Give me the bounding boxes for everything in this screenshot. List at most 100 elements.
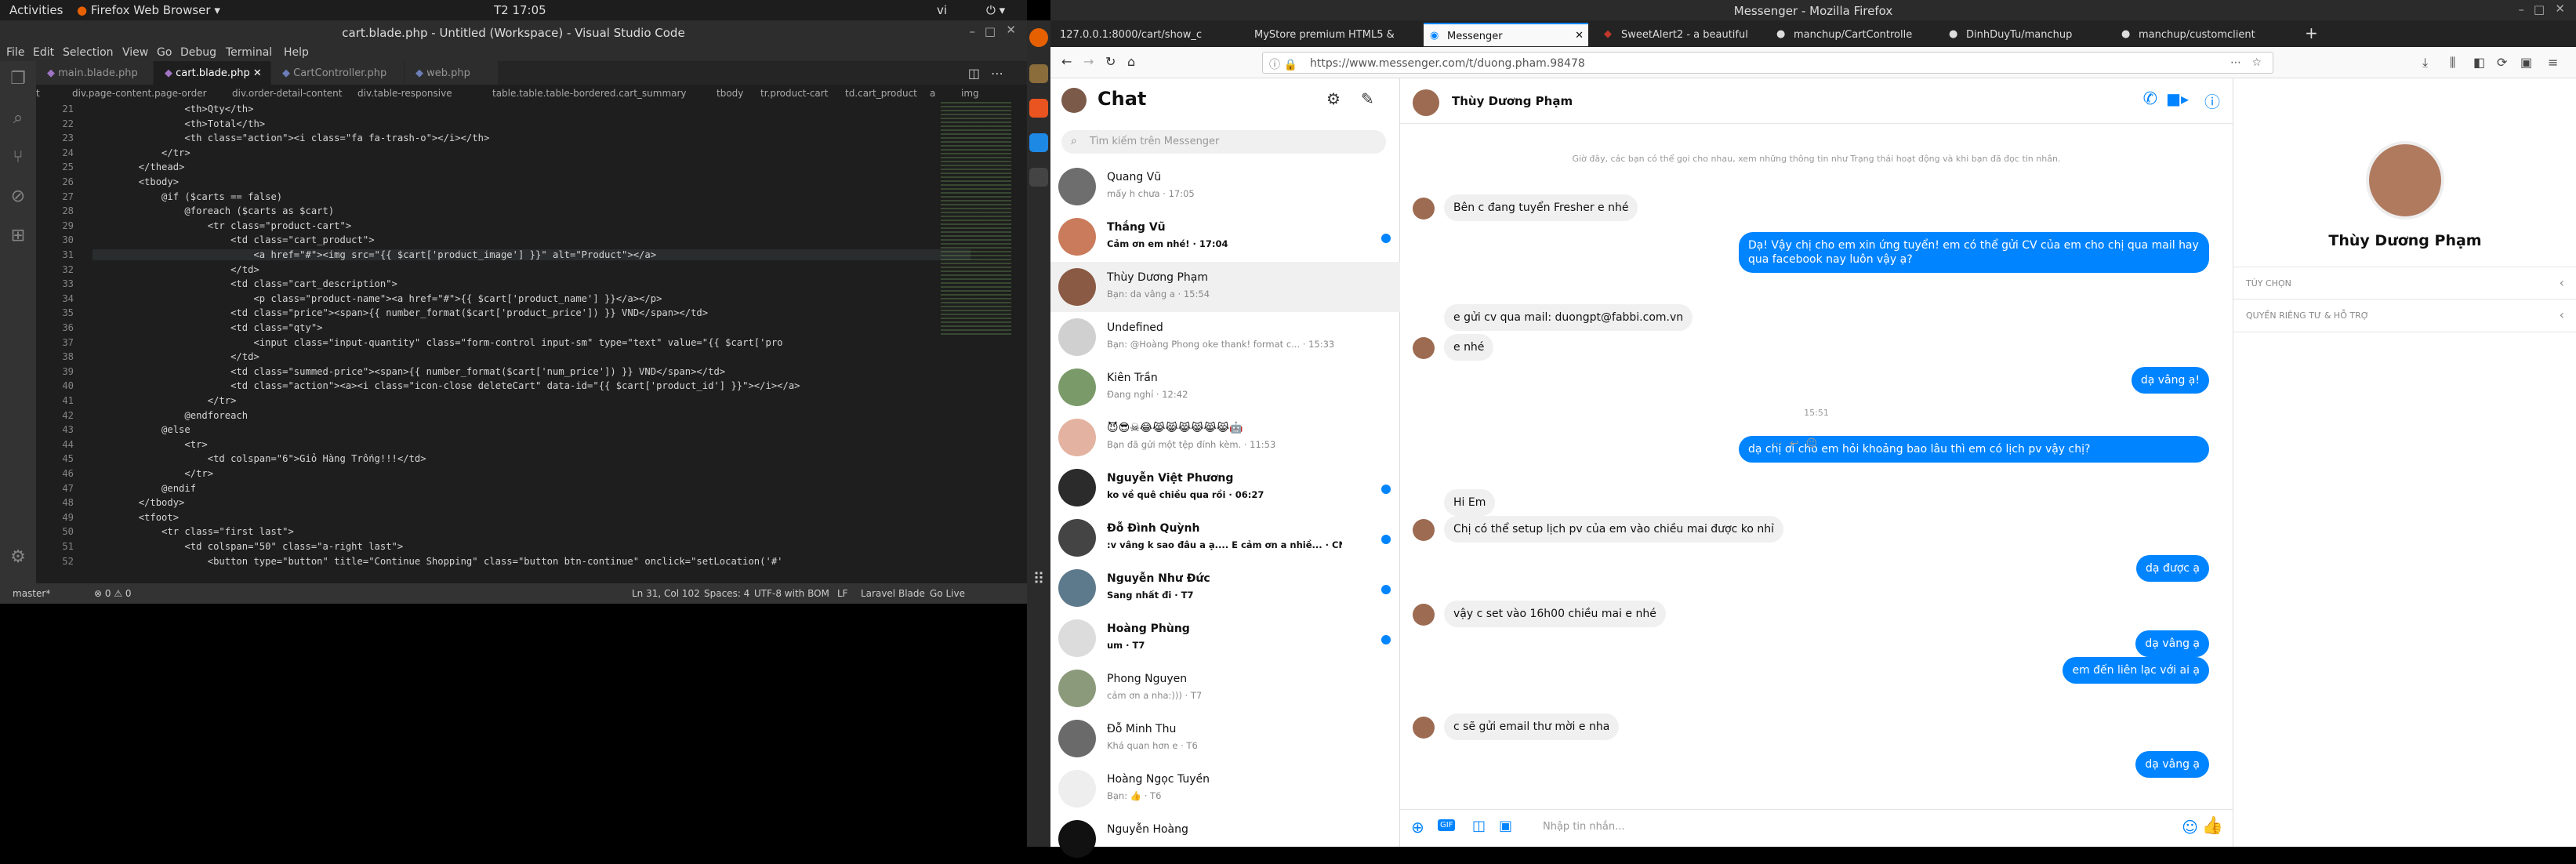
maximize-button[interactable]: □: [985, 24, 996, 38]
conversation-item[interactable]: 😈😎☠😂😹😹😹😹😹😹🤖 Bạn đã gửi một tệp đính kèm. …: [1050, 412, 1400, 463]
conversation-item[interactable]: Đỗ Minh Thu Khá quan hơn e · T6: [1050, 713, 1400, 764]
eol[interactable]: LF: [837, 588, 848, 599]
menu-edit[interactable]: Edit: [33, 46, 54, 59]
show-apps-icon[interactable]: ⠿: [1029, 569, 1048, 588]
code-line[interactable]: <button type="button" title="Continue Sh…: [93, 556, 783, 567]
like-icon[interactable]: 👍: [2202, 816, 2223, 836]
conversation-item[interactable]: Undefined Bạn: @Hoàng Phong oke thank! fo…: [1050, 312, 1400, 362]
outgoing-message[interactable]: em đến liên lạc với ai ạ: [2063, 657, 2209, 684]
options-section[interactable]: TÙY CHỌN ‹: [2233, 267, 2576, 299]
code-line[interactable]: </tr>: [93, 468, 213, 479]
breadcrumb-item[interactable]: div.order-detail-content: [232, 88, 343, 99]
sender-avatar[interactable]: [1413, 337, 1435, 359]
power-icon[interactable]: ⏻ ▾: [986, 3, 1005, 17]
code-line[interactable]: </td>: [93, 351, 259, 362]
my-avatar[interactable]: [1061, 88, 1087, 113]
new-tab-button[interactable]: +: [2305, 24, 2318, 42]
code-line[interactable]: <td colspan="6">Giỏ Hàng Trống!!!</td>: [93, 453, 426, 464]
tab-cartcontroller[interactable]: ◆ CartController.php: [271, 61, 405, 85]
incoming-message[interactable]: e gửi cv qua mail: duongpt@fabbi.com.vn: [1444, 304, 1693, 331]
more-actions-icon[interactable]: ⋯: [991, 66, 1003, 81]
code-line[interactable]: <tbody>: [93, 176, 179, 187]
split-editor-icon[interactable]: ◫: [968, 66, 980, 81]
gif-icon[interactable]: GIF: [1438, 819, 1456, 831]
code-line[interactable]: @endforeach: [93, 410, 248, 421]
maximize-button[interactable]: □: [2534, 2, 2545, 16]
cursor-position[interactable]: Ln 31, Col 102: [632, 588, 700, 599]
minimap[interactable]: [941, 102, 1011, 337]
terminal-launcher-icon[interactable]: [1029, 168, 1048, 187]
clock[interactable]: T2 17:05: [494, 3, 546, 17]
close-button[interactable]: ✕: [1006, 23, 1016, 37]
code-line[interactable]: <a href="#"><img src="{{ $cart['product_…: [93, 249, 971, 260]
video-call-icon[interactable]: ■▸: [2166, 89, 2189, 108]
code-line[interactable]: </tbody>: [93, 497, 185, 508]
add-icon[interactable]: ⊕: [1411, 818, 1424, 837]
reload-icon[interactable]: ↻: [1105, 54, 1116, 69]
sidebar-icon[interactable]: ◧: [2473, 55, 2485, 70]
vscode-launcher-icon[interactable]: [1029, 133, 1048, 152]
outgoing-message[interactable]: dạ vâng ạ: [2135, 630, 2209, 657]
tab-main-blade[interactable]: ◆ main.blade.php: [36, 61, 154, 85]
code-line[interactable]: </tr>: [93, 395, 237, 406]
conversation-item[interactable]: Nguyễn Hoàng: [1050, 814, 1400, 864]
source-control-icon[interactable]: ⑂: [8, 147, 28, 168]
code-line[interactable]: <th class="action"><i class="fa fa-trash…: [93, 133, 489, 143]
code-line[interactable]: <td class="cart_product">: [93, 234, 374, 245]
sync-icon[interactable]: ⟳: [2497, 55, 2507, 70]
site-info-icon[interactable]: ⓘ 🔒: [1269, 56, 1297, 72]
outgoing-message[interactable]: dạ được ạ: [2136, 555, 2209, 582]
code-line[interactable]: <tr>: [93, 439, 207, 450]
tab-messenger[interactable]: Messenger ✕ ◉: [1424, 23, 1588, 46]
breadcrumb-item[interactable]: div.page-content.page-order: [72, 88, 207, 99]
code-line[interactable]: @else: [93, 424, 190, 435]
files-launcher-icon[interactable]: [1029, 64, 1048, 83]
code-line[interactable]: </td>: [93, 264, 259, 275]
breadcrumb-item[interactable]: div.table-responsive: [357, 88, 452, 99]
code-line[interactable]: <tr class="product-cart">: [93, 220, 351, 231]
code-line[interactable]: <td class="cart_description">: [93, 278, 397, 289]
home-icon[interactable]: ⌂: [1127, 54, 1135, 69]
tab-close-icon[interactable]: ✕: [1575, 30, 1584, 42]
tab-github-cartcontroller[interactable]: ● manchup/CartControlle: [1770, 23, 1935, 46]
indentation[interactable]: Spaces: 4: [704, 588, 749, 599]
sender-avatar[interactable]: [1413, 604, 1435, 626]
profile-avatar[interactable]: [2366, 141, 2444, 220]
minimize-button[interactable]: –: [2519, 2, 2525, 16]
incoming-message[interactable]: Chị có thể setup lịch pv của em vào chiề…: [1444, 516, 1784, 543]
breadcrumb-item[interactable]: td.cart_product: [845, 88, 917, 99]
code-line[interactable]: <input class="input-quantity" class="for…: [93, 337, 782, 348]
message-input[interactable]: Nhập tin nhắn...: [1543, 821, 1624, 833]
code-line[interactable]: <td class="price"><span>{{ number_format…: [93, 307, 708, 318]
conversation-item[interactable]: Thùy Dương Phạm Bạn: da vâng a · 15:54: [1050, 262, 1400, 312]
code-line[interactable]: </thead>: [93, 162, 185, 172]
breadcrumb-item[interactable]: tr.product-cart: [760, 88, 828, 99]
conversation-item[interactable]: Phong Nguyen cảm ơn a nha:))) · T7: [1050, 663, 1400, 713]
conversation-item[interactable]: Đỗ Đình Quỳnh:v vâng k sao đâu a ạ.... E…: [1050, 513, 1400, 563]
menu-view[interactable]: View: [122, 46, 148, 59]
incoming-message[interactable]: c sẽ gửi email thư mời e nha: [1444, 713, 1620, 740]
code-line[interactable]: <tfoot>: [93, 512, 179, 523]
search-box[interactable]: ⌕ Tìm kiếm trên Messenger: [1061, 130, 1386, 154]
info-icon[interactable]: ⓘ: [2204, 89, 2220, 112]
menu-help[interactable]: Help: [284, 46, 309, 59]
menu-terminal[interactable]: Terminal: [226, 46, 272, 59]
minimize-button[interactable]: –: [970, 24, 976, 38]
breadcrumb-item[interactable]: t: [36, 88, 40, 99]
git-branch[interactable]: master*: [13, 588, 50, 599]
settings-gear-icon[interactable]: ⚙: [1326, 89, 1341, 108]
bookmark-star-icon[interactable]: ☆: [2251, 56, 2262, 69]
keyboard-layout[interactable]: vi: [937, 3, 947, 17]
code-line[interactable]: <td class="qty">: [93, 322, 322, 333]
conversation-item[interactable]: Nguyễn Như Đức Sang nhất đi · T7: [1050, 563, 1400, 613]
code-line[interactable]: @foreach ($carts as $cart): [93, 205, 334, 216]
conversation-item[interactable]: Hoàng Ngọc Tuyền Bạn: 👍 · T6: [1050, 764, 1400, 814]
tab-sweetalert[interactable]: ◆ SweetAlert2 - a beautiful: [1598, 23, 1762, 46]
debug-icon[interactable]: ⊘: [8, 187, 28, 207]
outgoing-message[interactable]: Dạ! Vậy chị cho em xin ứng tuyển! em có …: [1739, 232, 2209, 273]
firefox-launcher-icon[interactable]: [1029, 28, 1048, 47]
menu-debug[interactable]: Debug: [180, 46, 216, 59]
outgoing-message[interactable]: dạ vâng ạ!: [2131, 367, 2209, 394]
tab-github-customclient[interactable]: ● manchup/customclient: [2115, 23, 2288, 46]
breadcrumb-item[interactable]: img: [961, 88, 979, 99]
